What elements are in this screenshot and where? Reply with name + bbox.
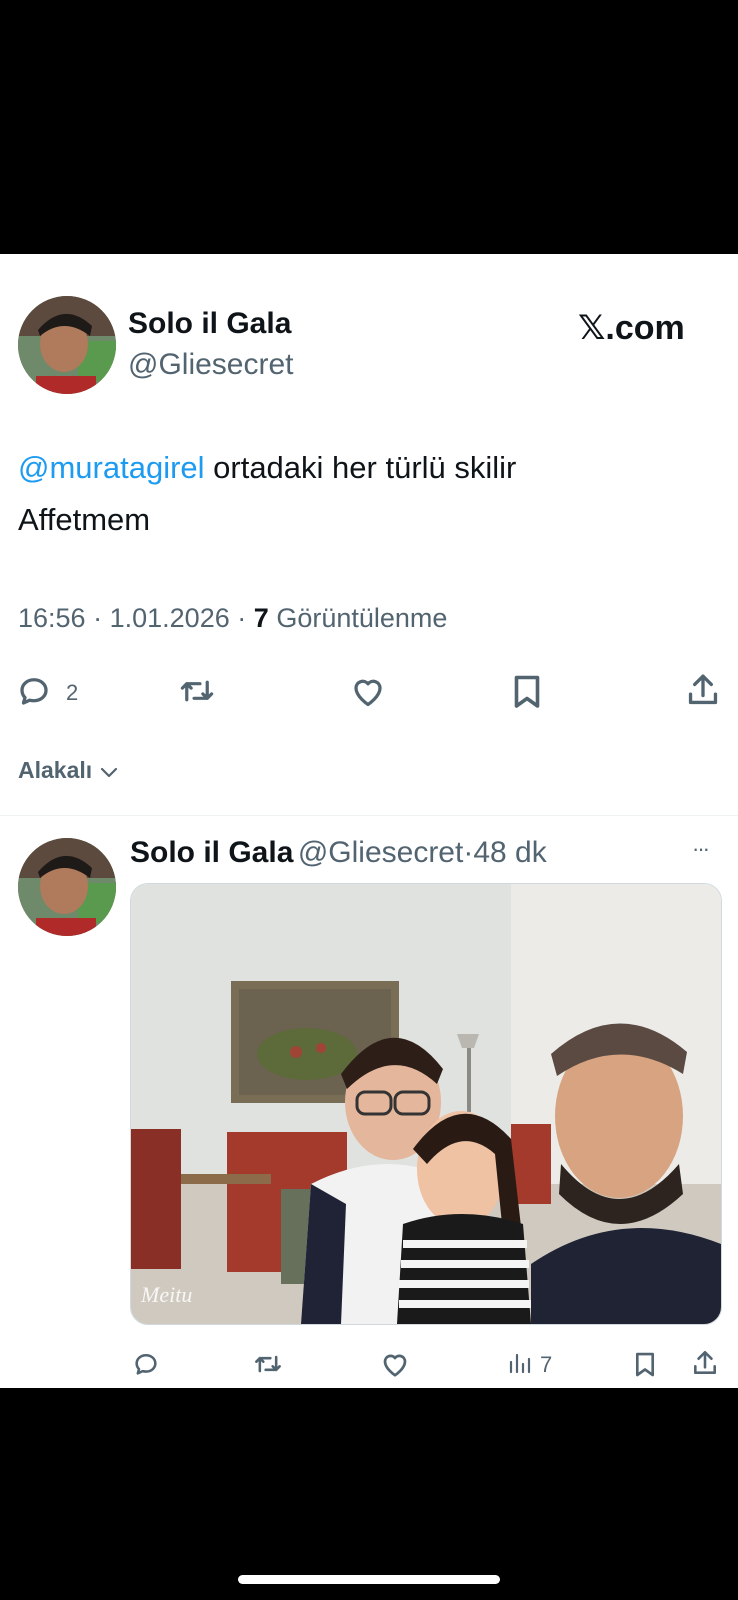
home-indicator[interactable] xyxy=(238,1575,500,1584)
reply-share-button[interactable] xyxy=(692,1349,718,1377)
reply-bookmark-button[interactable] xyxy=(634,1350,656,1378)
views-icon xyxy=(508,1351,532,1375)
share-icon xyxy=(692,1349,718,1377)
like-icon xyxy=(350,674,386,708)
reply-author-handle[interactable]: @Gliesecret xyxy=(298,836,464,869)
reply-retweet-button[interactable] xyxy=(252,1350,284,1378)
related-sort-toggle[interactable]: Alakalı xyxy=(18,757,119,785)
reply-author-name[interactable]: Solo il Gala xyxy=(130,836,293,869)
reply-icon xyxy=(132,1350,160,1378)
views-label: Görüntülenme xyxy=(276,603,448,633)
like-icon xyxy=(380,1350,410,1378)
share-icon xyxy=(686,672,720,708)
reply-views-count: 7 xyxy=(540,1352,553,1377)
retweet-button[interactable] xyxy=(178,673,216,709)
reply-author-avatar[interactable] xyxy=(18,838,116,936)
bookmark-button[interactable] xyxy=(512,673,542,709)
author-handle[interactable]: @Gliesecret xyxy=(128,348,294,382)
reply-time-ago[interactable]: 48 dk xyxy=(473,836,546,869)
more-options-button[interactable]: ··· xyxy=(692,836,710,862)
bookmark-icon xyxy=(634,1350,656,1378)
meta-separator: · xyxy=(93,603,103,633)
reply-icon xyxy=(16,673,52,709)
reply-count: 2 xyxy=(66,680,79,705)
chevron-down-icon xyxy=(99,758,119,785)
author-avatar[interactable] xyxy=(18,296,116,394)
section-divider xyxy=(0,815,738,816)
tweet-date[interactable]: 1.01.2026 xyxy=(110,603,230,633)
reply-views-button[interactable] xyxy=(508,1351,532,1375)
meta-separator: · xyxy=(237,603,247,633)
retweet-icon xyxy=(178,673,216,709)
tweet-meta: 16:56 · 1.01.2026 · 7 Görüntülenme xyxy=(18,603,447,634)
reply-image[interactable]: Meitu xyxy=(130,883,722,1325)
mention-link[interactable]: @muratagirel xyxy=(18,450,205,485)
header-separator: · xyxy=(463,836,474,869)
reply-reply-button[interactable] xyxy=(132,1350,160,1378)
like-button[interactable] xyxy=(350,674,386,708)
reply-like-button[interactable] xyxy=(380,1350,410,1378)
x-com-watermark: 𝕏.com xyxy=(578,309,685,347)
tweet-text-line2: Affetmem xyxy=(18,502,151,537)
retweet-icon xyxy=(252,1350,284,1378)
image-watermark: Meitu xyxy=(140,1282,192,1307)
bookmark-icon xyxy=(512,673,542,709)
tweet-text: @muratagirel ortadaki her türlü skilir A… xyxy=(18,442,718,546)
tweet-text-rest: ortadaki her türlü skilir xyxy=(204,450,517,485)
reply-button[interactable] xyxy=(16,673,52,709)
tweet-time[interactable]: 16:56 xyxy=(18,603,86,633)
author-name[interactable]: Solo il Gala xyxy=(128,307,291,341)
views-count: 7 xyxy=(253,603,269,633)
related-label: Alakalı xyxy=(18,757,93,783)
reply-header: Solo il Gala @Gliesecret·48 dk xyxy=(130,836,547,870)
share-button[interactable] xyxy=(686,672,720,708)
